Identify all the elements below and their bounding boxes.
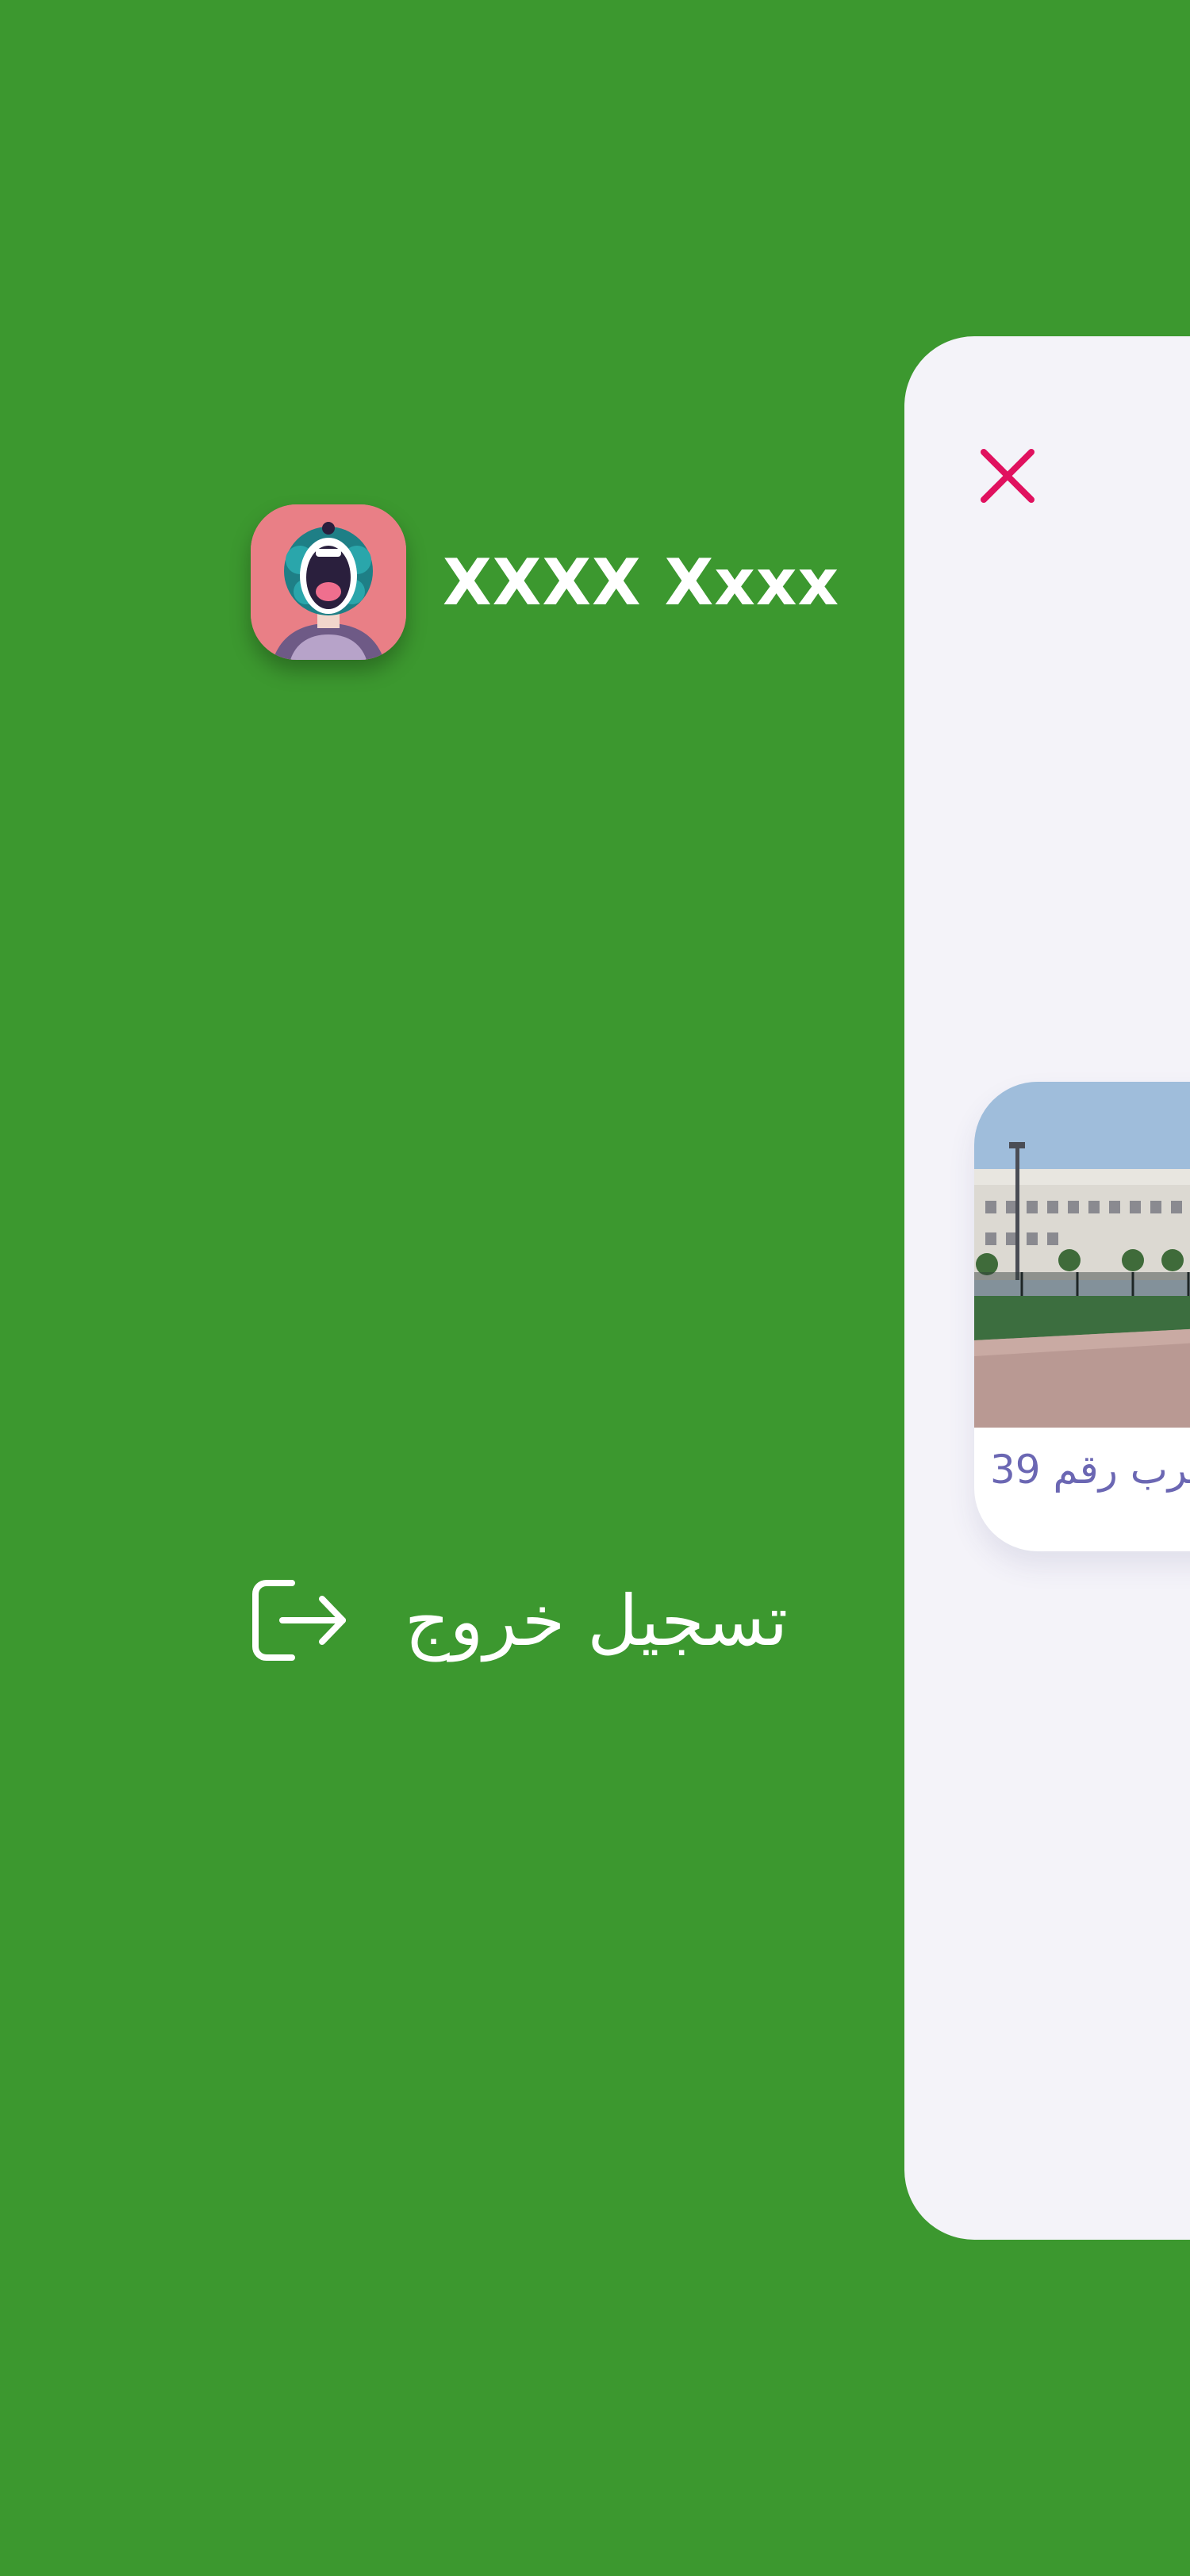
avatar-illustration-icon bbox=[251, 504, 406, 660]
main-panel: ملعب القرب رقم 39 bbox=[904, 336, 1190, 2240]
user-name: XXXX Xxxx bbox=[443, 545, 840, 619]
avatar[interactable] bbox=[251, 504, 406, 660]
user-profile[interactable]: XXXX Xxxx bbox=[251, 504, 839, 660]
logout-label: تسجيل خروج bbox=[405, 1579, 789, 1662]
close-icon bbox=[981, 449, 1035, 503]
venue-name: ملعب القرب رقم 39 bbox=[990, 1447, 1190, 1493]
logout-button[interactable]: تسجيل خروج bbox=[251, 1578, 788, 1662]
venue-card[interactable]: ملعب القرب رقم 39 bbox=[974, 1082, 1190, 1551]
venue-photo bbox=[974, 1082, 1190, 1428]
logout-icon bbox=[251, 1578, 349, 1662]
close-button[interactable] bbox=[977, 446, 1038, 506]
app-screen: XXXX Xxxx تسجيل خروج رب رقم 39 bbox=[0, 0, 1190, 2576]
